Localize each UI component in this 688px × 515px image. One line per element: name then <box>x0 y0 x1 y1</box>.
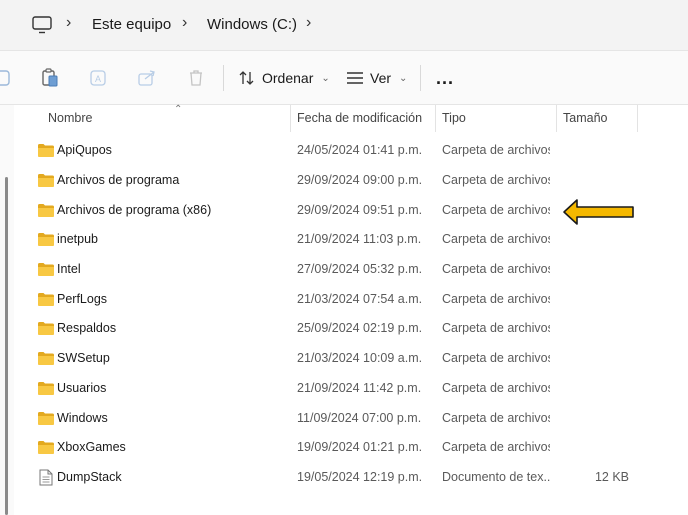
file-name: Intel <box>57 262 81 276</box>
column-header-size[interactable]: Tamaño <box>563 111 607 125</box>
file-date: 25/09/2024 02:19 p.m. <box>297 321 423 335</box>
column-divider[interactable] <box>290 105 291 132</box>
file-name: Archivos de programa (x86) <box>57 203 212 217</box>
sort-icon <box>239 71 254 85</box>
address-bar: › Este equipo › Windows (C:) › <box>0 0 688 51</box>
list-item[interactable]: DumpStack 19/05/2024 12:19 p.m. Document… <box>14 463 634 491</box>
list-item[interactable]: PerfLogs 21/03/2024 07:54 a.m. Carpeta d… <box>14 285 634 313</box>
file-date: 11/09/2024 07:00 p.m. <box>297 411 422 425</box>
column-divider[interactable] <box>637 105 638 132</box>
file-date: 27/09/2024 05:32 p.m. <box>297 262 423 276</box>
file-date: 21/03/2024 10:09 a.m. <box>297 351 423 365</box>
file-name: XboxGames <box>57 440 126 454</box>
column-divider[interactable] <box>556 105 557 132</box>
list-item[interactable]: SWSetup 21/03/2024 10:09 a.m. Carpeta de… <box>14 344 634 372</box>
file-type: Carpeta de archivos <box>442 143 550 157</box>
file-type: Carpeta de archivos <box>442 173 550 187</box>
chevron-right-icon[interactable]: › <box>66 14 71 32</box>
file-type: Carpeta de archivos <box>442 292 550 306</box>
view-icon <box>347 72 363 84</box>
chevron-right-icon[interactable]: › <box>306 14 311 32</box>
file-type: Carpeta de archivos <box>442 232 550 246</box>
more-options-button[interactable]: ... <box>436 66 454 90</box>
text-file-icon <box>39 469 53 486</box>
column-header-row: ⌃ Nombre Fecha de modificación Tipo Tama… <box>14 104 688 132</box>
folder-icon <box>38 382 54 395</box>
chevron-down-icon: ⌄ <box>399 72 408 84</box>
toolbar-divider <box>223 65 224 91</box>
folder-icon <box>38 441 54 454</box>
list-item[interactable]: Intel 27/09/2024 05:32 p.m. Carpeta de a… <box>14 255 634 283</box>
list-item[interactable]: Usuarios 21/09/2024 11:42 p.m. Carpeta d… <box>14 374 634 402</box>
rename-icon[interactable]: A <box>89 68 109 88</box>
file-date: 21/09/2024 11:03 p.m. <box>297 232 422 246</box>
folder-icon <box>38 233 54 246</box>
file-type: Carpeta de archivos <box>442 411 550 425</box>
sort-button[interactable]: Ordenar ⌄ <box>238 66 330 90</box>
list-item[interactable]: inetpub 21/09/2024 11:03 p.m. Carpeta de… <box>14 225 634 253</box>
paste-icon[interactable] <box>40 68 60 88</box>
folder-icon <box>38 174 54 187</box>
file-date: 21/09/2024 11:42 p.m. <box>297 381 422 395</box>
list-item[interactable]: Windows 11/09/2024 07:00 p.m. Carpeta de… <box>14 404 634 432</box>
svg-text:A: A <box>95 74 101 84</box>
folder-icon <box>38 352 54 365</box>
file-name: Respaldos <box>57 321 117 335</box>
computer-icon[interactable] <box>32 16 52 34</box>
file-date: 24/05/2024 01:41 p.m. <box>297 143 423 157</box>
file-type: Carpeta de archivos <box>442 262 550 276</box>
file-type: Carpeta de archivos <box>442 321 550 335</box>
file-type: Carpeta de archivos <box>442 381 550 395</box>
folder-icon <box>38 322 54 335</box>
view-button[interactable]: Ver ⌄ <box>346 66 407 90</box>
file-type: Documento de tex... <box>442 470 550 484</box>
file-date: 21/03/2024 07:54 a.m. <box>297 292 423 306</box>
toolbar-divider <box>420 65 421 91</box>
folder-icon <box>38 293 54 306</box>
share-icon[interactable] <box>137 68 157 88</box>
breadcrumb-windows-c[interactable]: Windows (C:) <box>207 16 297 33</box>
sort-ascending-icon: ⌃ <box>174 104 183 115</box>
list-item[interactable]: XboxGames 19/09/2024 01:21 p.m. Carpeta … <box>14 433 634 461</box>
chevron-down-icon: ⌄ <box>321 72 330 84</box>
file-date: 19/09/2024 01:21 p.m. <box>297 440 423 454</box>
column-divider[interactable] <box>435 105 436 132</box>
column-header-type[interactable]: Tipo <box>442 111 466 125</box>
file-name: PerfLogs <box>57 292 108 306</box>
file-name: Windows <box>57 411 108 425</box>
command-bar: A Ordenar ⌄ Ver ⌄ ... <box>0 51 688 105</box>
chevron-right-icon[interactable]: › <box>182 14 187 32</box>
file-type: Carpeta de archivos <box>442 440 550 454</box>
breadcrumb-este-equipo[interactable]: Este equipo <box>92 16 171 33</box>
scrollbar-thumb[interactable] <box>5 177 8 515</box>
list-item[interactable]: Respaldos 25/09/2024 02:19 p.m. Carpeta … <box>14 314 634 342</box>
folder-icon <box>38 204 54 217</box>
file-date: 19/05/2024 12:19 p.m. <box>297 470 423 484</box>
file-name: SWSetup <box>57 351 110 365</box>
file-type: Carpeta de archivos <box>442 351 550 365</box>
file-name: DumpStack <box>57 470 122 484</box>
list-item[interactable]: Archivos de programa 29/09/2024 09:00 p.… <box>14 166 634 194</box>
file-name: ApiQupos <box>57 143 112 157</box>
new-icon[interactable] <box>0 68 12 88</box>
column-header-date[interactable]: Fecha de modificación <box>297 111 422 125</box>
file-date: 29/09/2024 09:51 p.m. <box>297 203 423 217</box>
file-date: 29/09/2024 09:00 p.m. <box>297 173 423 187</box>
file-name: inetpub <box>57 232 99 246</box>
list-item[interactable]: ApiQupos 24/05/2024 01:41 p.m. Carpeta d… <box>14 136 634 164</box>
sort-label: Ordenar <box>262 70 314 86</box>
folder-icon <box>38 144 54 157</box>
delete-icon[interactable] <box>186 68 206 88</box>
folder-icon <box>38 412 54 425</box>
file-type: Carpeta de archivos <box>442 203 550 217</box>
column-header-name[interactable]: Nombre <box>48 111 92 125</box>
file-size: 12 KB <box>594 470 629 484</box>
arrow-left-icon <box>563 199 634 225</box>
view-label: Ver <box>370 70 392 86</box>
folder-icon <box>38 263 54 276</box>
file-name: Usuarios <box>57 381 107 395</box>
file-name: Archivos de programa <box>57 173 180 187</box>
list-item[interactable]: Archivos de programa (x86) 29/09/2024 09… <box>14 196 634 224</box>
